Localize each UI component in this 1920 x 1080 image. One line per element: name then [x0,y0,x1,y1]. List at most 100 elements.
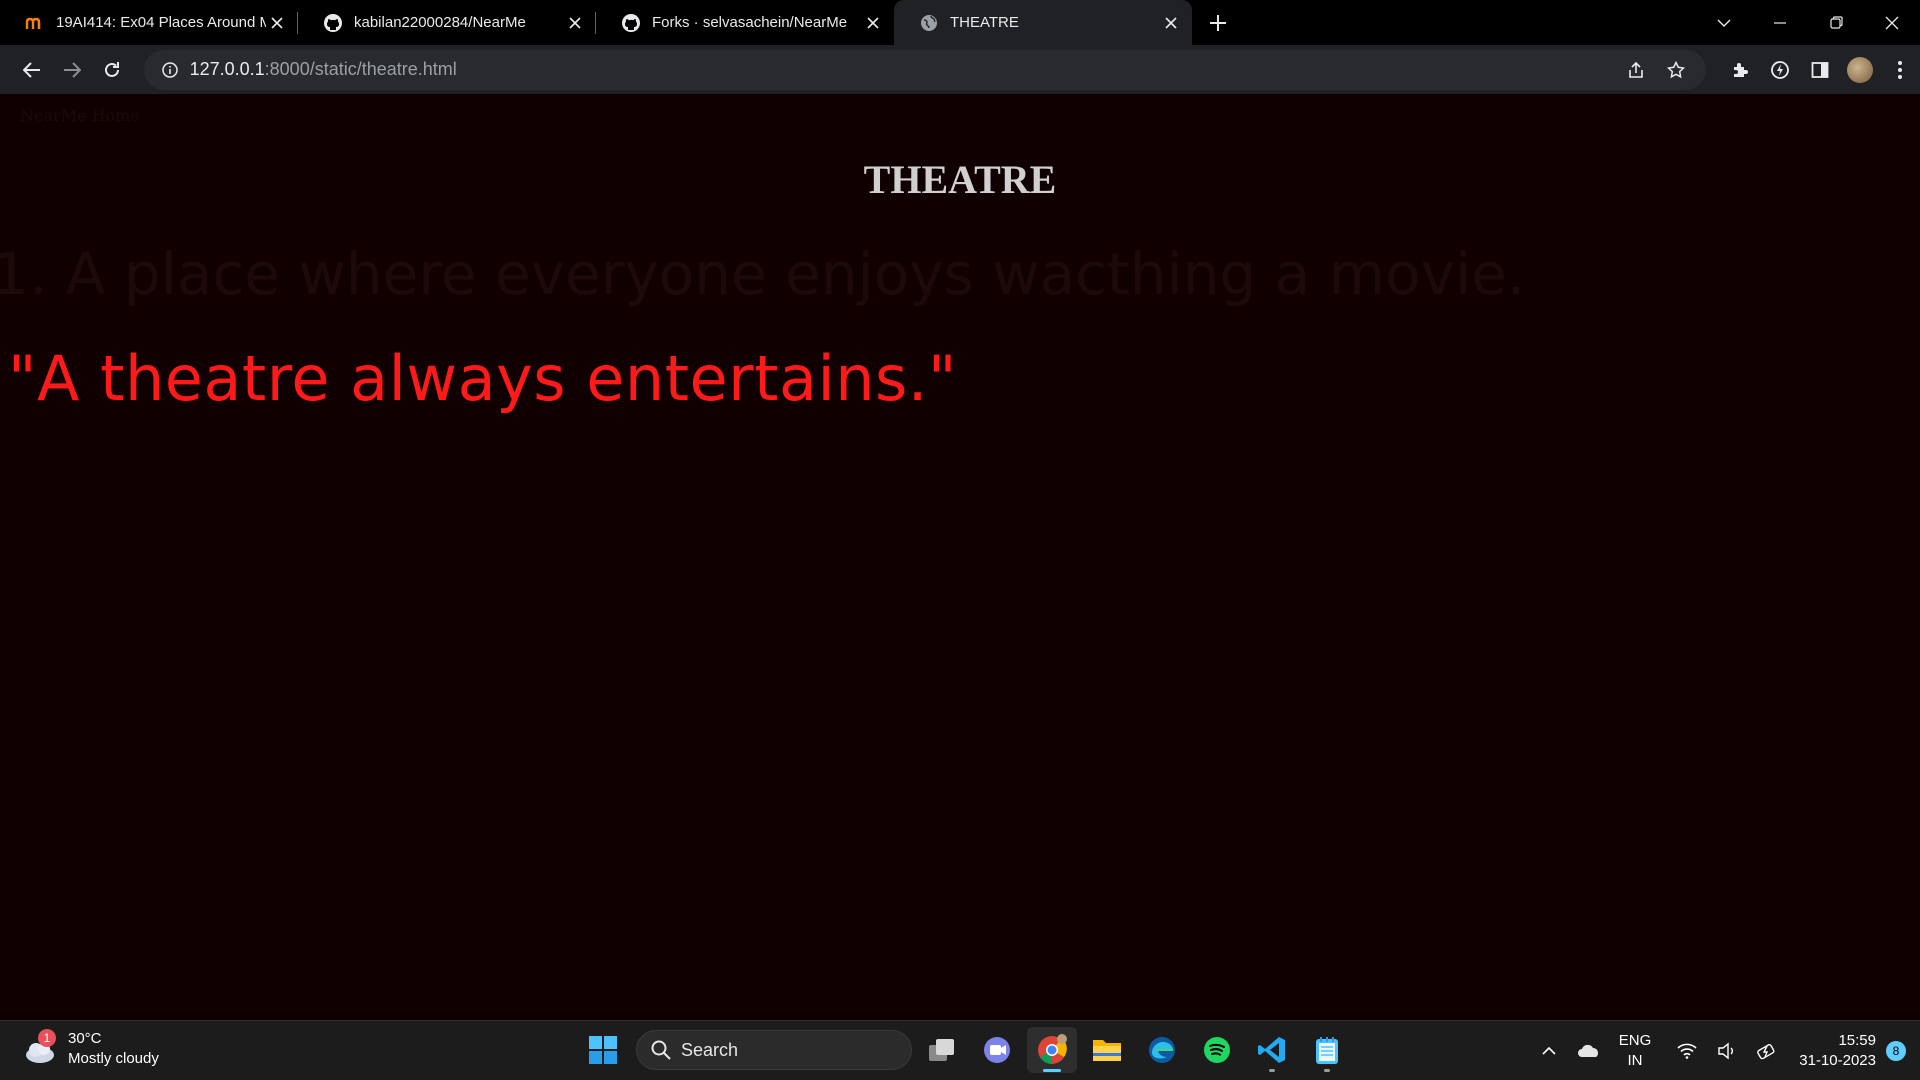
avatar [1847,56,1874,83]
list-item: 1. A place where everyone enjoys wacthin… [0,240,1526,308]
lang-bottom: IN [1627,1052,1643,1069]
share-button[interactable] [1618,52,1654,88]
clock-time: 15:59 [1838,1032,1876,1049]
bookmark-button[interactable] [1658,52,1694,88]
window-controls [1696,0,1920,45]
url-path: :8000/static/theatre.html [264,59,457,79]
tab-moodle[interactable]: 19AI414: Ex04 Places Around Me [0,0,298,45]
url-text: 127.0.0.1:8000/static/theatre.html [190,59,1618,80]
more-vert-icon [1898,60,1903,79]
chrome-icon [1038,1034,1067,1064]
restore-icon [1829,16,1843,29]
tab-github-forks[interactable]: Forks · selvasachein/NearMe [596,0,894,45]
show-hidden-icons-button[interactable] [1529,1031,1569,1071]
spotify-icon [1204,1037,1230,1063]
side-panel-button[interactable] [1800,50,1840,90]
task-view-icon [929,1039,954,1061]
tab-theatre[interactable]: THEATRE [894,0,1192,45]
page-viewport: NearMe Home THEATRE 1. A place where eve… [0,94,1920,1020]
tab-title: Forks · selvasachein/NearMe [652,14,848,31]
folder-icon [1093,1040,1121,1061]
system-tray: ENG IN 15:59 31-10-2023 8 [1529,1021,1920,1080]
github-icon [620,12,642,34]
speaker-icon [1718,1042,1734,1060]
close-icon[interactable] [1160,12,1182,34]
weather-badge: 1 [38,1029,56,1047]
taskbar: 1 30°C Mostly cloudy Search ENG IN 15:59… [0,1020,1920,1080]
home-link[interactable]: NearMe Home [20,106,140,125]
battery-button[interactable] [1747,1031,1787,1071]
github-icon [322,12,344,34]
taskbar-search[interactable]: Search [636,1030,912,1070]
address-bar[interactable]: 127.0.0.1:8000/static/theatre.html [143,49,1707,90]
tab-search-button[interactable] [1696,0,1752,45]
page-title: THEATRE [863,157,1057,202]
edge-icon [1149,1037,1175,1063]
share-icon [1629,61,1643,78]
close-icon [1885,16,1899,29]
wifi-button[interactable] [1667,1031,1707,1071]
profile-button[interactable] [1840,50,1880,90]
chrome-app[interactable] [1027,1027,1077,1073]
tab-strip: 19AI414: Ex04 Places Around Me kabilan22… [0,0,1920,45]
reload-button[interactable] [92,50,132,90]
chevron-down-icon [1717,19,1731,27]
notepad-icon [1316,1037,1338,1064]
wifi-icon [1677,1043,1697,1059]
weather-temp: 30°C [68,1030,102,1047]
vscode-icon [1258,1037,1285,1063]
back-button[interactable] [12,50,52,90]
clock-date: 31-10-2023 [1799,1052,1876,1069]
close-window-button[interactable] [1864,0,1920,45]
weather-widget[interactable]: 1 30°C Mostly cloudy [22,1029,159,1069]
star-icon [1667,60,1686,78]
edge-app[interactable] [1137,1027,1187,1073]
side-panel-icon [1811,61,1829,78]
close-icon[interactable] [564,12,586,34]
minimize-button[interactable] [1752,0,1808,45]
language-indicator[interactable]: ENG IN [1619,1031,1652,1071]
forward-button[interactable] [52,50,92,90]
close-icon[interactable] [266,12,288,34]
restore-button[interactable] [1808,0,1864,45]
plus-icon [1210,14,1226,31]
file-explorer-app[interactable] [1082,1027,1132,1073]
battery-charging-icon [1757,1044,1775,1060]
onedrive-button[interactable] [1569,1031,1609,1071]
arrow-left-icon [22,61,40,78]
tab-title: THEATRE [950,14,1019,31]
teams-app[interactable] [972,1027,1022,1073]
cloud-icon: 1 [22,1029,58,1067]
start-button[interactable] [580,1027,626,1073]
extension-button[interactable] [1760,50,1800,90]
vscode-app[interactable] [1247,1027,1297,1073]
extensions-button[interactable] [1720,50,1760,90]
windows-icon [589,1036,617,1064]
minimize-icon [1774,21,1786,24]
moodle-icon [24,12,46,34]
spotify-app[interactable] [1192,1027,1242,1073]
notepad-app[interactable] [1302,1027,1352,1073]
info-icon[interactable] [160,60,180,80]
tab-github-kabilan[interactable]: kabilan22000284/NearMe [298,0,596,45]
reload-icon [104,61,119,77]
search-icon [651,1040,671,1060]
menu-button[interactable] [1880,50,1920,90]
cloud-icon [1577,1044,1598,1057]
weather-desc: Mostly cloudy [68,1050,159,1067]
volume-button[interactable] [1707,1031,1747,1071]
browser-toolbar: 127.0.0.1:8000/static/theatre.html [0,45,1920,94]
url-host: 127.0.0.1 [189,59,265,79]
clock[interactable]: 15:59 31-10-2023 [1799,1031,1876,1071]
teams-icon [984,1037,1010,1063]
globe-icon [918,12,940,34]
quote-text: "A theatre always entertains." [8,342,958,415]
task-view-button[interactable] [917,1027,967,1073]
lang-top: ENG [1618,1032,1652,1049]
notification-badge[interactable]: 8 [1886,1041,1906,1061]
new-tab-button[interactable] [1192,0,1244,45]
arrow-right-icon [63,61,81,78]
close-icon[interactable] [862,12,884,34]
tab-title: 19AI414: Ex04 Places Around Me [56,14,266,31]
puzzle-icon [1734,62,1749,77]
